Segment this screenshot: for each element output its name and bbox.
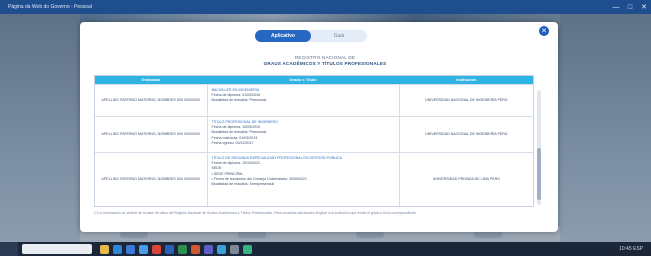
teams-icon[interactable]: [204, 244, 213, 254]
table-header: Graduado Grado o Título Institución: [95, 76, 533, 84]
scrollbar-thumb[interactable]: [537, 148, 541, 200]
degree-cell: TÍTULO DE SEGUNDA ESPECIALIDAD PROFESION…: [206, 153, 400, 206]
window-titlebar: Página da Web do Governo - Pessoal — □ ✕: [0, 0, 651, 14]
maximize-button[interactable]: □: [623, 4, 637, 11]
degree-detail: Modalidad de estudios: Presencial: [211, 98, 267, 103]
powerpoint-icon[interactable]: [191, 244, 200, 254]
footnote-text: (*) La información se obtiene de la base…: [94, 211, 417, 215]
start-button[interactable]: [0, 242, 18, 256]
table-row: APELLIDO PATERNO MATERNO, NOMBRES DNI 00…: [95, 84, 533, 116]
settings-icon[interactable]: [230, 244, 239, 254]
modal-close-icon[interactable]: ✕: [538, 25, 550, 37]
institution-name: UNIVERSIDAD PRIVADA DE LIMA PERÚ: [432, 176, 500, 181]
taskbar: 10:45 ESP: [0, 242, 651, 256]
app-icon[interactable]: [243, 244, 252, 254]
graduate-name: APELLIDO PATERNO MATERNO, NOMBRES DNI 00…: [101, 176, 200, 181]
registry-heading: REGISTRO NACIONAL DE: [294, 55, 356, 60]
degree-cell: BACHILLER EN INGENIERÍA Fecha de diploma…: [206, 85, 400, 116]
column-header-institucion: Institución: [456, 77, 477, 82]
registry-subheading: GRAUS ACADÊMICOS Y TÍTULOS PROFESIONALES: [263, 61, 387, 66]
column-header-grado: Grado o Título: [289, 77, 317, 82]
results-table: Graduado Grado o Título Institución APEL…: [94, 75, 534, 207]
degree-detail: Fecha egreso: 20/12/2017: [211, 140, 254, 145]
institution-name: UNIVERSIDAD NACIONAL DE INGENIERÍA PERÚ: [425, 97, 508, 102]
window-title: Página da Web do Governo - Pessoal: [8, 4, 92, 10]
mail-icon[interactable]: [126, 244, 135, 254]
institution-name: UNIVERSIDAD NACIONAL DE INGENIERÍA PERÚ: [425, 131, 508, 136]
browser-icon[interactable]: [113, 244, 122, 254]
minimize-button[interactable]: —: [609, 4, 623, 11]
table-row: APELLIDO PATERNO MATERNO, NOMBRES DNI 00…: [95, 116, 533, 152]
graduate-name: APELLIDO PATERNO MATERNO, NOMBRES DNI 00…: [101, 131, 200, 136]
photos-icon[interactable]: [217, 244, 226, 254]
graduate-name: APELLIDO PATERNO MATERNO, NOMBRES DNI 00…: [101, 97, 200, 102]
table-row: APELLIDO PATERNO MATERNO, NOMBRES DNI 00…: [95, 152, 533, 206]
taskbar-apps: [100, 244, 252, 254]
store-icon[interactable]: [139, 244, 148, 254]
chrome-icon[interactable]: [152, 244, 161, 254]
file-explorer-icon[interactable]: [100, 244, 109, 254]
taskbar-search-input[interactable]: [22, 244, 92, 254]
window-close-button[interactable]: ✕: [637, 3, 651, 11]
column-header-graduado: Graduado: [141, 77, 161, 82]
degree-cell: TÍTULO PROFESIONAL DE INGENIERO Fecha de…: [206, 117, 400, 152]
excel-icon[interactable]: [178, 244, 187, 254]
word-icon[interactable]: [165, 244, 174, 254]
system-clock[interactable]: 10:45 ESP: [619, 246, 643, 252]
modal-scrollbar[interactable]: [537, 90, 541, 205]
tab-guia[interactable]: Guia: [311, 30, 367, 42]
modal-tabs: Aplicativo Guia: [255, 30, 367, 42]
degree-detail: Modalidad de estudios: Semipresencial: [211, 182, 275, 187]
tab-aplicativo[interactable]: Aplicativo: [255, 30, 311, 42]
